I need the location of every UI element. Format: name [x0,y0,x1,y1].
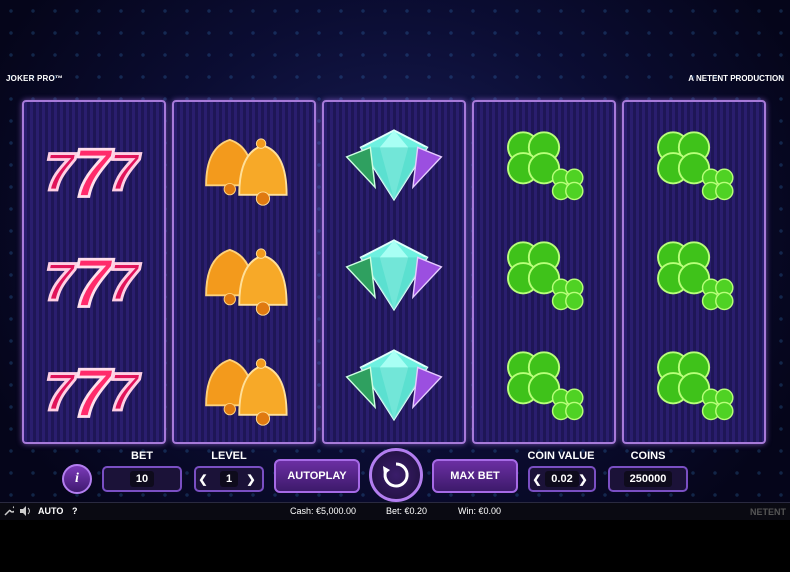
clover-symbol-icon [624,114,764,214]
bet-label: BET [131,450,153,462]
seven-symbol-icon [24,224,164,324]
coins-field: 250000 [608,466,688,492]
diamond-symbol-icon [324,114,464,214]
sound-icon[interactable] [20,506,32,518]
seven-symbol-icon [24,334,164,434]
coin-value-decrease-arrow-icon[interactable]: ❮ [530,468,544,490]
diamond-symbol-icon [324,334,464,434]
bell-symbol-icon [174,334,314,434]
producer-label: A NETENT PRODUCTION [688,74,784,83]
clover-symbol-icon [474,114,614,214]
level-label: LEVEL [211,450,247,462]
level-decrease-arrow-icon[interactable]: ❮ [196,468,210,490]
auto-toggle[interactable]: AUTO [38,506,63,516]
seven-symbol-icon [24,114,164,214]
status-bar: AUTO ? Cash: €5,000.00 Bet: €0.20 Win: €… [0,502,790,521]
reel-4 [472,100,616,444]
coins-value: 250000 [623,471,673,487]
win-display: Win: €0.00 [458,506,502,516]
bell-symbol-icon [174,224,314,324]
max-bet-button[interactable]: MAX BET [432,459,518,493]
autoplay-button[interactable]: AUTOPLAY [274,459,360,493]
netent-logo: NETENT [750,507,786,517]
level-increase-arrow-icon[interactable]: ❯ [244,468,258,490]
footer-blank [0,520,790,572]
clover-symbol-icon [474,224,614,324]
reel-2 [172,100,316,444]
clover-symbol-icon [474,334,614,434]
reel-5 [622,100,766,444]
cash-display: Cash: €5,000.00 [290,506,357,516]
help-button[interactable]: ? [72,506,78,516]
reel-3 [322,100,466,444]
spin-button[interactable] [369,448,423,502]
game-title: JOKER PRO™ [6,74,64,83]
coin-value: 0.02 [545,471,579,487]
info-button[interactable]: i [62,464,92,494]
clover-symbol-icon [624,224,764,324]
bell-symbol-icon [174,114,314,214]
spin-icon [383,462,409,488]
coin-value-label: COIN VALUE [527,450,595,462]
bet-field: 10 [102,466,182,492]
coin-value-increase-arrow-icon[interactable]: ❯ [576,468,590,490]
clover-symbol-icon [624,334,764,434]
reel-1 [22,100,166,444]
settings-wrench-icon[interactable] [4,506,16,518]
bet-display: Bet: €0.20 [386,506,428,516]
bet-value: 10 [129,471,155,487]
level-value: 1 [219,471,239,487]
coins-label: COINS [630,450,666,462]
diamond-symbol-icon [324,224,464,324]
